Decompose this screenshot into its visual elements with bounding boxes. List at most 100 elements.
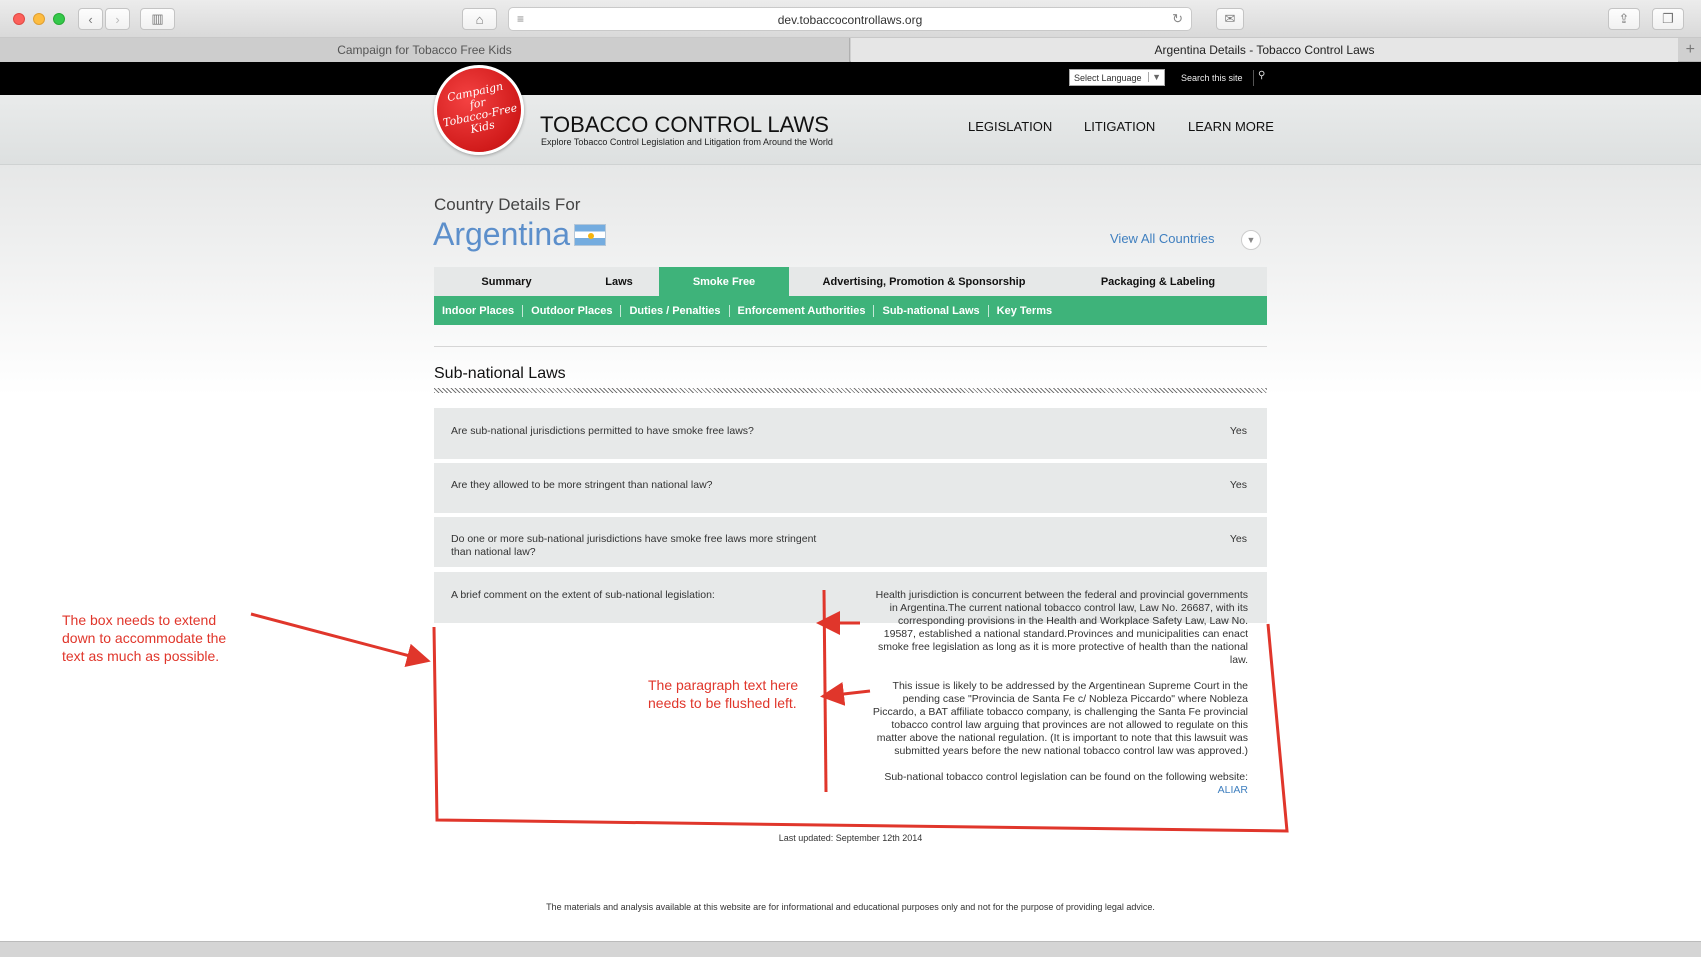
comment-line: This issue is likely to be addressed by … [892,680,1248,692]
annotation-line: down to accommodate the [62,630,227,646]
annotation-line: needs to be flushed left. [648,695,797,711]
new-tab-icon[interactable]: + [1686,41,1695,59]
comment-line: matter above the national regulation. (I… [876,732,1248,744]
subtab-sub-national-laws[interactable]: Sub-national Laws [882,305,979,317]
comment-line: corresponding provisions in the Health a… [897,615,1248,627]
browser-bottom-bar [0,941,1701,957]
comment-line: 19587, established a national standard.P… [883,628,1248,640]
share-button[interactable]: ⇪ [1608,8,1640,30]
question-row: Do one or more sub-national jurisdiction… [434,517,1267,567]
chevron-left-icon: ‹ [88,11,93,27]
country-details-label: Country Details For [434,195,581,214]
comment-label: A brief comment on the extent of sub-nat… [451,589,715,601]
comment-line: pending case "Provincia de Santa Fe c/ N… [902,693,1248,705]
comment-line: Health jurisdiction is concurrent betwee… [875,589,1248,601]
comment-line: tobacco control law arguing that provinc… [891,719,1248,731]
flag-sun [588,233,594,239]
search-divider [1253,70,1254,86]
argentina-flag-icon [574,224,606,246]
dropdown-arrow-icon: ▼ [1148,72,1161,82]
browser-tab-active[interactable]: Argentina Details - Tobacco Control Laws [851,38,1678,62]
search-icon[interactable]: ⚲ [1258,70,1265,81]
sidebar-button[interactable]: ▥ [140,8,175,30]
nav-legislation[interactable]: LEGISLATION [968,119,1052,134]
subtab-enforcement-authorities[interactable]: Enforcement Authorities [738,305,866,317]
browser-tab[interactable]: Campaign for Tobacco Free Kids [0,38,850,62]
section-hatch-divider [434,388,1267,393]
footer-disclaimer: The materials and analysis available at … [546,902,1155,912]
comment-text: Health jurisdiction is concurrent betwee… [840,589,1248,810]
site-subtitle: Explore Tobacco Control Legislation and … [541,137,833,147]
question-text-line: Do one or more sub-national jurisdiction… [451,533,817,545]
comment-line: submitted years before the new national … [894,745,1248,757]
annotation-line: text as much as possible. [62,648,220,664]
tab-advertising[interactable]: Advertising, Promotion & Sponsorship [789,267,1059,296]
question-text: Are sub-national jurisdictions permitted… [451,425,754,437]
question-text-line: than national law? [451,546,536,558]
search-input[interactable]: Search this site [1181,73,1243,83]
address-bar[interactable]: ≡ dev.tobaccocontrollaws.org ↻ [508,7,1192,31]
tabs-overview-button[interactable]: ❐ [1652,8,1684,30]
view-all-countries-link[interactable]: View All Countries [1110,231,1215,246]
subtab-outdoor-places[interactable]: Outdoor Places [531,305,612,317]
subtab-duties-penalties[interactable]: Duties / Penalties [629,305,720,317]
zoom-window-button[interactable] [53,13,65,25]
tab-smoke-free[interactable]: Smoke Free [659,267,789,296]
comment-line: law. [1229,654,1248,666]
reload-icon[interactable]: ↻ [1172,11,1183,27]
home-button[interactable]: ⌂ [462,8,497,30]
mail-button[interactable]: ✉ [1216,8,1244,30]
site-title[interactable]: TOBACCO CONTROL LAWS [540,112,829,138]
chevron-right-icon: › [115,11,120,27]
answer-text: Yes [1229,425,1247,437]
tabs-icon: ❐ [1662,11,1674,26]
site-top-bar: Select Language ▼ Search this site ⚲ [0,62,1701,95]
home-icon: ⌂ [475,11,484,27]
answer-text: Yes [1229,479,1247,491]
subtab-key-terms[interactable]: Key Terms [997,305,1052,317]
subtab-separator [728,304,730,317]
browser-toolbar: ‹ › ▥ ⌂ ≡ dev.tobaccocontrollaws.org ↻ ✉… [0,0,1701,38]
browser-tab-bar: Campaign for Tobacco Free Kids Argentina… [0,38,1701,62]
comment-paragraph: Health jurisdiction is concurrent betwee… [840,589,1248,667]
annotation-arrow [250,612,431,668]
subtab-separator [873,304,875,317]
annotation-line: The box needs to extend [62,612,217,628]
language-select[interactable]: Select Language ▼ [1069,69,1165,86]
divider [434,346,1267,347]
subtab-indoor-places[interactable]: Indoor Places [442,305,514,317]
annotation-left: The box needs to extend down to accommod… [62,611,226,665]
main-tabs: Summary Laws Smoke Free Advertising, Pro… [434,267,1267,296]
annotation-middle: The paragraph text here needs to be flus… [648,676,798,712]
country-name: Argentina [433,216,570,252]
subtab-separator [620,304,622,317]
language-select-value: Select Language [1074,73,1142,83]
forward-button[interactable]: › [105,8,130,30]
subtab-separator [987,304,989,317]
comment-line: in Argentina.The current national tobacc… [889,602,1248,614]
chevron-down-icon[interactable]: ▼ [1241,230,1261,250]
nav-learn-more[interactable]: LEARN MORE [1188,119,1274,134]
question-row: Are sub-national jurisdictions permitted… [434,408,1267,459]
comment-paragraph: This issue is likely to be addressed by … [840,680,1248,758]
close-window-button[interactable] [13,13,25,25]
section-title: Sub-national Laws [434,365,566,382]
tab-packaging[interactable]: Packaging & Labeling [1059,267,1257,296]
comment-line: Piccardo, a BAT affiliate tobacco compan… [872,706,1248,718]
comment-paragraph: Sub-national tobacco control legislation… [840,771,1248,797]
minimize-window-button[interactable] [33,13,45,25]
site-header [0,95,1701,165]
question-row: Are they allowed to be more stringent th… [434,463,1267,513]
address-url: dev.tobaccocontrollaws.org [777,13,923,27]
back-button[interactable]: ‹ [78,8,103,30]
tab-summary[interactable]: Summary [434,267,579,296]
subtab-separator [522,304,524,317]
annotation-line: The paragraph text here [648,677,799,693]
question-text: Are they allowed to be more stringent th… [451,479,713,491]
answer-text: Yes [1229,533,1247,545]
sub-tabs: Indoor Places Outdoor Places Duties / Pe… [434,296,1267,325]
tab-laws[interactable]: Laws [579,267,659,296]
aliar-link[interactable]: ALIAR [1218,784,1248,796]
nav-litigation[interactable]: LITIGATION [1084,119,1155,134]
comment-line: Sub-national tobacco control legislation… [884,771,1248,783]
